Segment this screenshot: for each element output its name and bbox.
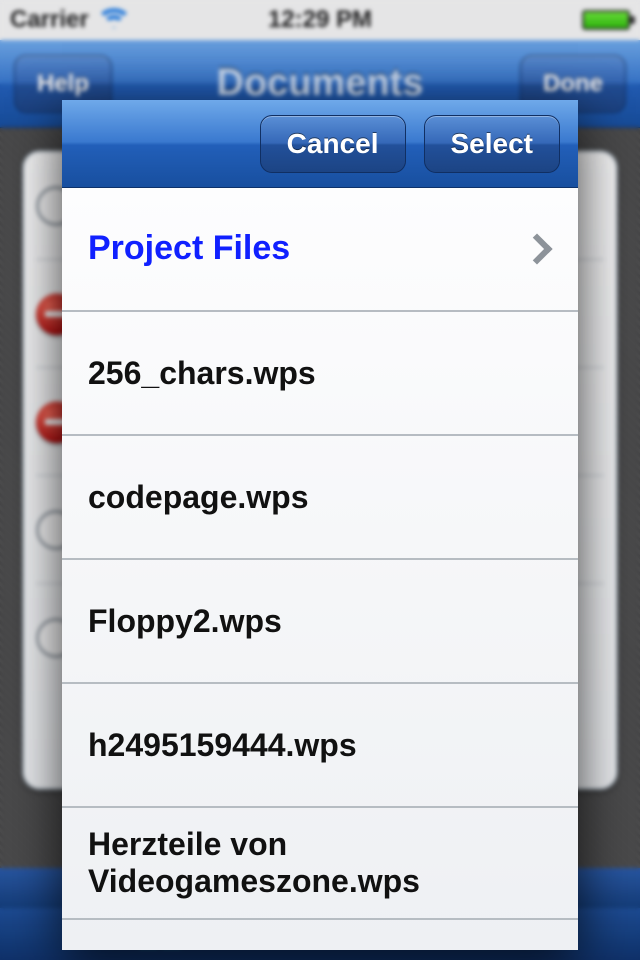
file-label: Floppy2.wps: [88, 603, 552, 640]
file-picker-popover: Cancel Select Project Files 256_chars.wp…: [62, 100, 578, 950]
status-bar: Carrier 12:29 PM: [0, 0, 640, 40]
file-row[interactable]: h2495159444.wps: [62, 684, 578, 808]
folder-row[interactable]: Project Files: [62, 188, 578, 312]
popover-list[interactable]: Project Files 256_chars.wps codepage.wps…: [62, 188, 578, 950]
file-row[interactable]: Floppy2.wps: [62, 560, 578, 684]
file-row[interactable]: 256_chars.wps: [62, 312, 578, 436]
file-row[interactable]: Herzteile von Videogameszone.wps: [62, 808, 578, 920]
file-label: 256_chars.wps: [88, 355, 552, 392]
status-time: 12:29 PM: [0, 6, 640, 34]
chevron-right-icon: [521, 233, 552, 264]
select-button[interactable]: Select: [424, 115, 561, 173]
cancel-button[interactable]: Cancel: [260, 115, 406, 173]
file-label: codepage.wps: [88, 479, 552, 516]
folder-label: Project Files: [88, 229, 526, 268]
file-label: h2495159444.wps: [88, 727, 552, 764]
popover-header: Cancel Select: [62, 100, 578, 188]
battery-icon: [582, 10, 630, 30]
file-row[interactable]: codepage.wps: [62, 436, 578, 560]
file-label: Herzteile von Videogameszone.wps: [88, 826, 552, 900]
